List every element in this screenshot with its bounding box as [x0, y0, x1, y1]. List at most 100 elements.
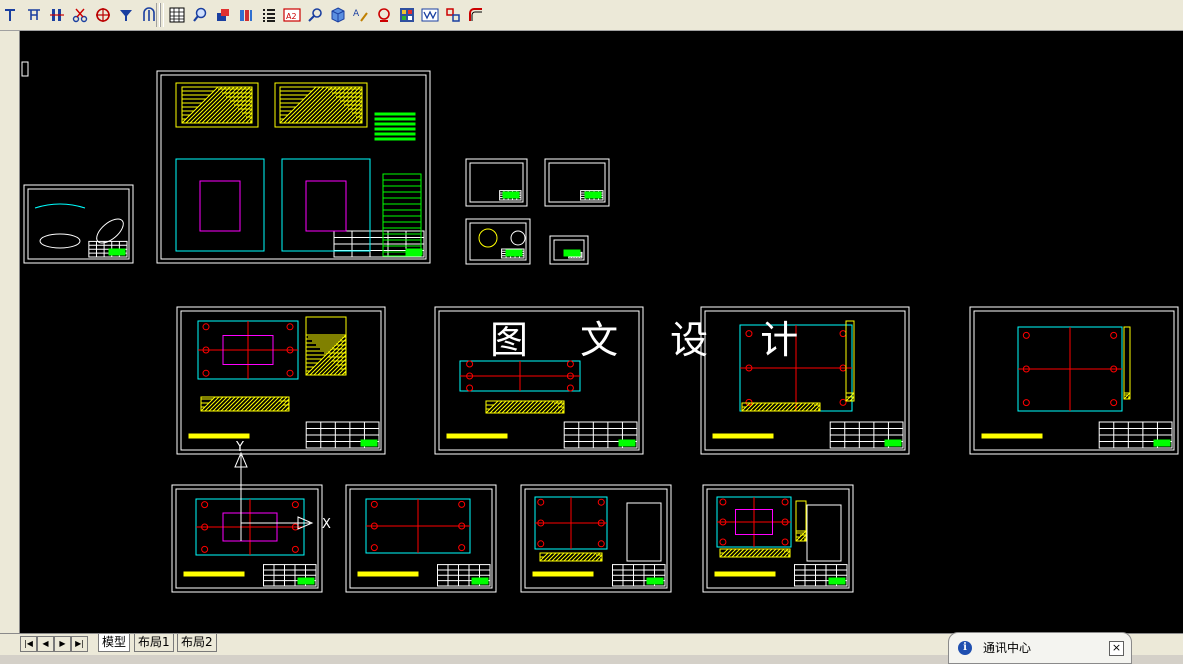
hatch-line: [757, 402, 767, 412]
hatch-line: [747, 548, 757, 558]
title-block-stamp: [1153, 439, 1171, 447]
layer-color-icon[interactable]: [212, 4, 234, 26]
hatch-line: [751, 548, 761, 558]
hatch-line: [571, 552, 581, 562]
svg-text:A2: A2: [286, 12, 297, 21]
first-tab-button[interactable]: |◀: [20, 636, 37, 652]
tab-layout1[interactable]: 布局1: [134, 634, 174, 652]
cursor-marker: [21, 61, 29, 77]
next-tab-button[interactable]: ▶: [54, 636, 71, 652]
drawing-canvas[interactable]: Y X 图 文 设 计: [20, 31, 1183, 633]
filter-funnel-icon[interactable]: [115, 4, 137, 26]
mold-cavity: [199, 180, 241, 232]
hatch-line: [264, 396, 280, 412]
left-dock-strip: [0, 31, 20, 634]
drawing-sheet: [465, 218, 531, 265]
bolt-hole: [466, 384, 474, 392]
dimension-stack-icon[interactable]: [46, 4, 68, 26]
mold-cavity: [305, 180, 347, 232]
hatch-line: [743, 548, 753, 558]
hatched-section: [1123, 326, 1131, 400]
technical-note: [532, 571, 594, 577]
title-block-stamp: [563, 249, 581, 257]
scissors-tool-icon[interactable]: [69, 4, 91, 26]
distance-tool-icon[interactable]: [0, 4, 22, 26]
part-3d-view: [806, 504, 842, 562]
layout-icon[interactable]: [442, 4, 464, 26]
bolt-hole: [537, 498, 545, 506]
technical-note: [374, 132, 416, 136]
bolt-hole: [781, 538, 789, 546]
hatch-line: [555, 552, 565, 562]
tab-layout2[interactable]: 布局2: [177, 634, 217, 652]
technical-note: [981, 433, 1043, 439]
tab-model[interactable]: 模型: [98, 634, 131, 652]
last-tab-button[interactable]: ▶|: [71, 636, 88, 652]
hatch-line: [755, 548, 765, 558]
grid-table-icon[interactable]: [166, 4, 188, 26]
title-block-stamp: [618, 439, 636, 447]
hatch-line: [268, 396, 284, 412]
corner-icon[interactable]: [465, 4, 487, 26]
properties-icon[interactable]: [373, 4, 395, 26]
ucs-x-label: X: [322, 517, 331, 532]
hatch-line: [237, 108, 253, 124]
hatch-line: [731, 548, 741, 558]
ring-part: [510, 230, 526, 246]
hatch-line: [224, 396, 240, 412]
attribute-edit-icon[interactable]: A: [350, 4, 372, 26]
comm-center-panel[interactable]: i 通讯中心 ×: [948, 632, 1132, 664]
hatch-line: [248, 396, 264, 412]
bolt-hole: [202, 323, 210, 331]
info-icon: i: [958, 641, 972, 655]
hatch-line: [232, 396, 248, 412]
zoom-magnifier-icon[interactable]: [189, 4, 211, 26]
bolt-hole: [286, 369, 294, 377]
a2-text-icon[interactable]: A2: [281, 4, 303, 26]
title-block-stamp: [884, 439, 902, 447]
toolbar-separator: [160, 3, 164, 27]
drawing-sheet: [544, 158, 610, 207]
title-block-stamp: [297, 577, 315, 585]
hatch-line: [567, 552, 577, 562]
block-icon[interactable]: [235, 4, 257, 26]
bolt-hole: [1110, 331, 1118, 339]
hatch-line: [777, 402, 787, 412]
hatch-line: [280, 402, 290, 412]
hatch-line: [763, 548, 773, 558]
cube-3d-icon[interactable]: [327, 4, 349, 26]
prev-tab-button[interactable]: ◀: [37, 636, 54, 652]
assembly-plan-view: [175, 158, 265, 252]
title-block-stamp: [828, 577, 846, 585]
hatch-line: [727, 548, 737, 558]
hatch-line: [785, 402, 795, 412]
hatch-line: [797, 402, 807, 412]
hatch-line: [805, 402, 815, 412]
technical-note: [357, 571, 419, 577]
hatch-line: [575, 552, 585, 562]
palette-icon[interactable]: [396, 4, 418, 26]
technical-note: [374, 137, 416, 141]
technical-note: [446, 433, 508, 439]
hatch-line: [773, 402, 783, 412]
hatch-line: [771, 548, 781, 558]
list-icon[interactable]: [258, 4, 280, 26]
bolt-hole: [597, 540, 605, 548]
target-crosshair-icon[interactable]: [92, 4, 114, 26]
drawing-sheet: [465, 158, 528, 207]
bolt-hole: [566, 384, 574, 392]
hatch-line: [212, 396, 228, 412]
hatch-line: [551, 552, 561, 562]
bolt-hole: [719, 498, 727, 506]
search-icon[interactable]: [304, 4, 326, 26]
dimension-linear-icon[interactable]: [23, 4, 45, 26]
hatch-line: [260, 396, 276, 412]
hatch-line: [591, 552, 601, 562]
part-outline: [34, 203, 86, 209]
hatch-line: [563, 552, 573, 562]
bolt-hole: [291, 545, 299, 553]
ring-part: [478, 228, 498, 248]
hatch-line: [789, 402, 799, 412]
text-style-icon[interactable]: [419, 4, 441, 26]
technical-note: [374, 122, 416, 126]
